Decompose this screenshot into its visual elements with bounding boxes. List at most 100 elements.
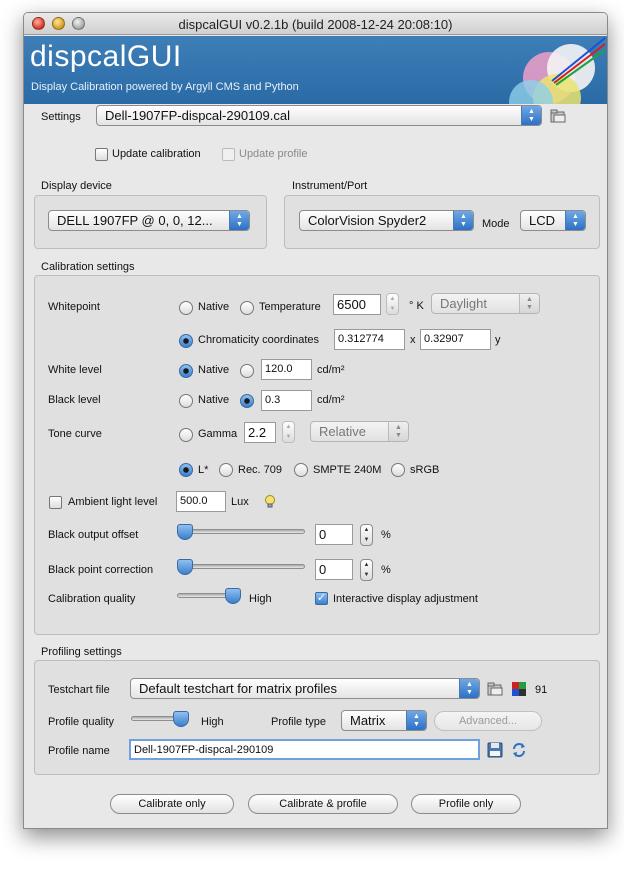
save-icon[interactable] bbox=[487, 742, 503, 758]
tone-curve-srgb-label: sRGB bbox=[410, 464, 440, 476]
chromaticity-y-input[interactable]: 0.32907 bbox=[420, 329, 491, 350]
tone-curve-smpte240m-radio[interactable] bbox=[294, 463, 308, 477]
chevron-updown-icon: ▲ ▼ bbox=[459, 679, 479, 698]
tone-curve-label: Tone curve bbox=[48, 428, 102, 440]
update-profile-label: Update profile bbox=[239, 148, 308, 160]
illuminant-value: Daylight bbox=[440, 296, 487, 311]
black-level-unit: cd/m² bbox=[317, 394, 345, 406]
profile-quality-label: Profile quality bbox=[48, 716, 115, 728]
folder-open-icon[interactable] bbox=[487, 681, 503, 697]
gamma-mode-value: Relative bbox=[319, 424, 366, 439]
settings-select-value: Dell-1907FP-dispcal-290109.cal bbox=[105, 108, 290, 123]
black-output-offset-stepper[interactable]: ▲ ▼ bbox=[360, 524, 373, 546]
profiling-settings-heading: Profiling settings bbox=[41, 646, 122, 658]
tone-curve-smpte240m-label: SMPTE 240M bbox=[313, 464, 382, 476]
black-level-native-label: Native bbox=[198, 394, 230, 406]
illuminant-select[interactable]: Daylight ▲ ▼ bbox=[431, 293, 540, 314]
calibrate-only-button[interactable]: Calibrate only bbox=[110, 794, 234, 814]
chromaticity-x-input[interactable]: 0.312774 bbox=[334, 329, 405, 350]
display-device-heading: Display device bbox=[41, 180, 112, 192]
display-device-value: DELL 1907FP @ 0, 0, 12... bbox=[57, 213, 213, 228]
profile-quality-thumb[interactable] bbox=[173, 711, 189, 727]
title-bar[interactable]: dispcalGUI v0.2.1b (build 2008-12-24 20:… bbox=[24, 13, 607, 35]
settings-select[interactable]: Dell-1907FP-dispcal-290109.cal ▲ ▼ bbox=[96, 105, 542, 126]
update-calibration-checkbox[interactable] bbox=[95, 148, 108, 161]
profile-name-input[interactable]: Dell-1907FP-dispcal-290109 bbox=[129, 739, 480, 760]
chevron-updown-icon: ▲ ▼ bbox=[519, 294, 539, 313]
gamma-input[interactable]: 2.2 bbox=[244, 422, 276, 443]
mode-select[interactable]: LCD ▲ ▼ bbox=[520, 210, 586, 231]
profile-name-label: Profile name bbox=[48, 745, 110, 757]
gamma-mode-select[interactable]: Relative ▲ ▼ bbox=[310, 421, 409, 442]
temperature-unit: ° K bbox=[409, 300, 424, 312]
black-point-correction-slider[interactable] bbox=[177, 564, 305, 569]
interactive-adjustment-checkbox[interactable]: ✓ bbox=[315, 592, 328, 605]
update-calibration-label: Update calibration bbox=[112, 148, 201, 160]
update-profile-checkbox[interactable] bbox=[222, 148, 235, 161]
black-point-correction-stepper[interactable]: ▲ ▼ bbox=[360, 559, 373, 581]
chromaticity-radio[interactable] bbox=[179, 334, 193, 348]
profile-type-label: Profile type bbox=[271, 716, 327, 728]
chromaticity-label: Chromaticity coordinates bbox=[198, 334, 320, 346]
refresh-icon[interactable] bbox=[511, 742, 527, 758]
display-device-select[interactable]: DELL 1907FP @ 0, 0, 12... ▲ ▼ bbox=[48, 210, 250, 231]
profile-type-value: Matrix bbox=[350, 713, 386, 728]
chevron-updown-icon: ▲ ▼ bbox=[565, 211, 585, 230]
app-tagline: Display Calibration powered by Argyll CM… bbox=[31, 81, 299, 93]
profile-type-select[interactable]: Matrix ▲ ▼ bbox=[341, 710, 427, 731]
black-level-native-radio[interactable] bbox=[179, 394, 193, 408]
white-level-label: White level bbox=[48, 364, 102, 376]
black-level-input[interactable]: 0.3 bbox=[261, 390, 312, 411]
window-title: dispcalGUI v0.2.1b (build 2008-12-24 20:… bbox=[178, 17, 453, 32]
folder-open-icon[interactable] bbox=[550, 108, 566, 124]
color-wheel-logo-icon bbox=[509, 37, 606, 104]
ambient-light-checkbox[interactable] bbox=[49, 496, 62, 509]
testchart-grid-icon[interactable] bbox=[511, 681, 527, 697]
instrument-heading: Instrument/Port bbox=[292, 180, 368, 192]
testchart-select[interactable]: Default testchart for matrix profiles ▲ ▼ bbox=[130, 678, 480, 699]
advanced-button[interactable]: Advanced... bbox=[434, 711, 542, 731]
calibration-quality-thumb[interactable] bbox=[225, 588, 241, 604]
gamma-radio[interactable] bbox=[179, 428, 193, 442]
black-output-offset-slider[interactable] bbox=[177, 529, 305, 534]
black-output-offset-input[interactable]: 0 bbox=[315, 524, 353, 545]
chevron-updown-icon: ▲ ▼ bbox=[229, 211, 249, 230]
black-point-correction-unit: % bbox=[381, 564, 391, 576]
chromaticity-x-label: x bbox=[410, 334, 416, 346]
temperature-input[interactable]: 6500 bbox=[333, 294, 381, 315]
profile-only-button[interactable]: Profile only bbox=[411, 794, 521, 814]
ambient-light-label: Ambient light level bbox=[68, 496, 158, 508]
temperature-stepper[interactable]: ▲ ▼ bbox=[386, 293, 399, 315]
white-level-unit: cd/m² bbox=[317, 364, 345, 376]
instrument-select[interactable]: ColorVision Spyder2 ▲ ▼ bbox=[299, 210, 474, 231]
tone-curve-srgb-radio[interactable] bbox=[391, 463, 405, 477]
mode-label: Mode bbox=[482, 218, 510, 230]
whitepoint-temperature-label: Temperature bbox=[259, 301, 321, 313]
whitepoint-native-label: Native bbox=[198, 301, 230, 313]
whitepoint-native-radio[interactable] bbox=[179, 301, 193, 315]
tone-curve-lstar-radio[interactable] bbox=[179, 463, 193, 477]
whitepoint-label: Whitepoint bbox=[48, 301, 100, 313]
chevron-updown-icon: ▲ ▼ bbox=[406, 711, 426, 730]
black-level-label: Black level bbox=[48, 394, 101, 406]
mode-value: LCD bbox=[529, 213, 556, 228]
tone-curve-rec709-radio[interactable] bbox=[219, 463, 233, 477]
white-level-input[interactable]: 120.0 bbox=[261, 359, 312, 380]
calibrate-and-profile-button[interactable]: Calibrate & profile bbox=[248, 794, 398, 814]
gamma-stepper[interactable]: ▲ ▼ bbox=[282, 421, 295, 443]
tone-curve-lstar-label: L* bbox=[198, 464, 209, 476]
black-output-offset-unit: % bbox=[381, 529, 391, 541]
black-output-offset-thumb[interactable] bbox=[177, 524, 193, 540]
gamma-label: Gamma bbox=[198, 428, 238, 440]
white-level-native-radio[interactable] bbox=[179, 364, 193, 378]
black-point-correction-thumb[interactable] bbox=[177, 559, 193, 575]
whitepoint-temperature-radio[interactable] bbox=[240, 301, 254, 315]
ambient-light-input[interactable]: 500.0 bbox=[176, 491, 226, 512]
black-point-correction-input[interactable]: 0 bbox=[315, 559, 353, 580]
calibration-settings-heading: Calibration settings bbox=[41, 261, 135, 273]
white-level-custom-radio[interactable] bbox=[240, 364, 254, 378]
lightbulb-icon[interactable] bbox=[262, 494, 278, 510]
calibration-quality-label: Calibration quality bbox=[48, 593, 136, 605]
black-level-custom-radio[interactable] bbox=[240, 394, 254, 408]
header-banner: dispcalGUI Display Calibration powered b… bbox=[24, 36, 607, 104]
